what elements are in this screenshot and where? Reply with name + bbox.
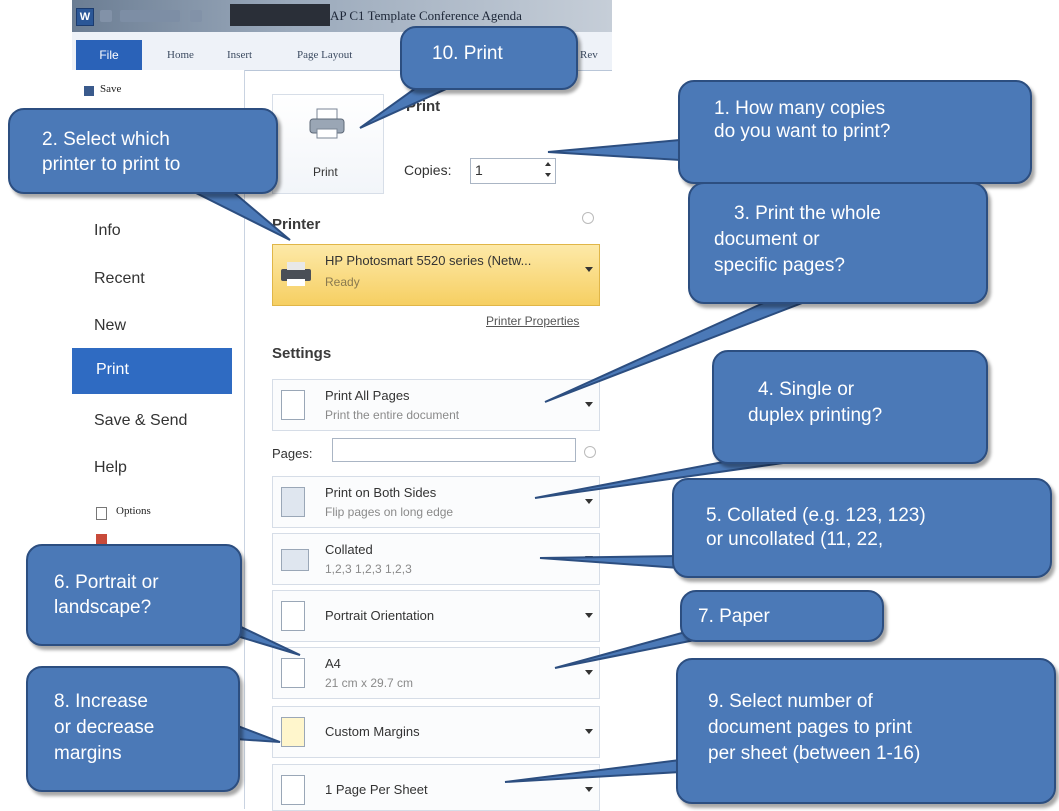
callout-7: 7. Paper [680,590,884,642]
callout-9-pointer [504,758,681,783]
callout-5: 5. Collated (e.g. 123, 123) or uncollate… [672,478,1052,578]
callout-10-pointer [359,84,456,129]
callout-9: 9. Select number of document pages to pr… [676,658,1056,804]
callout-1-pointer [547,138,681,162]
callout-4: 4. Single or duplex printing? [712,350,988,464]
callout-8: 8. Increase or decrease margins [26,666,240,792]
callout-6: 6. Portrait or landscape? [26,544,242,646]
callout-1: 1. How many copies do you want to print? [678,80,1032,184]
callout-5-pointer [539,554,681,570]
callout-10: 10. Print [400,26,578,90]
callout-3: 3. Print the whole document or specific … [688,182,988,304]
callout-2: 2. Select which printer to print to [8,108,278,194]
